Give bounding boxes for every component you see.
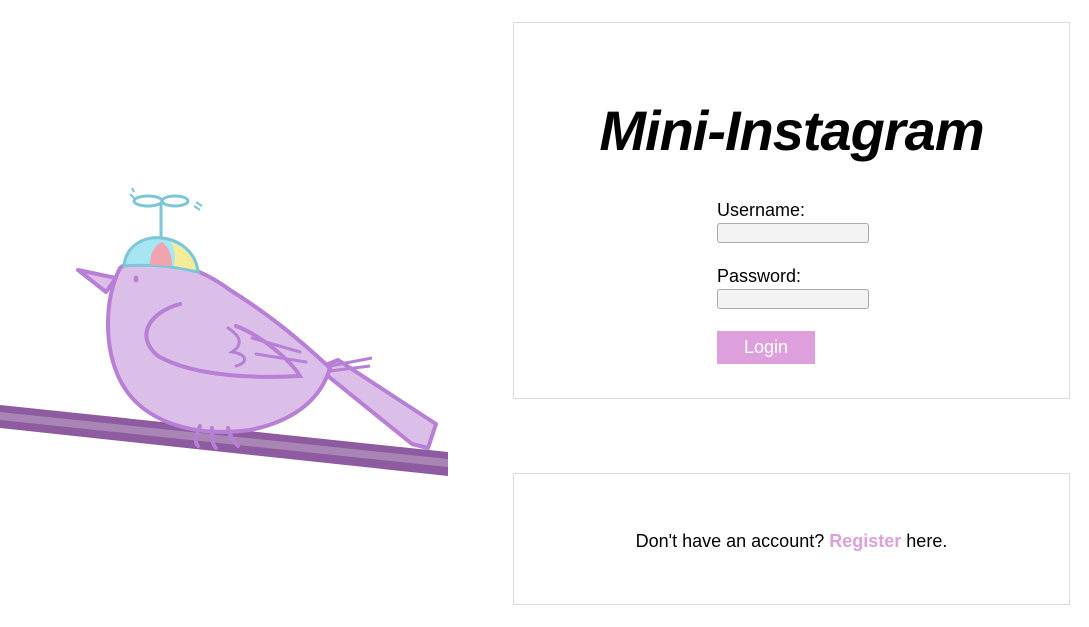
username-input[interactable]: [717, 223, 869, 243]
password-label: Password:: [717, 266, 802, 286]
register-prefix: Don't have an account?: [635, 531, 825, 551]
password-block: Password:: [717, 265, 917, 309]
bird-illustration: [0, 187, 448, 476]
register-suffix: here.: [906, 531, 948, 551]
register-prompt: Don't have an account? Register here.: [514, 530, 1069, 552]
register-link[interactable]: Register: [829, 531, 901, 551]
propeller-cap: [122, 187, 203, 274]
login-form: Username: Password: Login: [717, 199, 917, 364]
register-card: Don't have an account? Register here.: [513, 473, 1070, 605]
username-label: Username:: [717, 200, 806, 220]
login-page: Mini-Instagram Username: Password: Login…: [0, 0, 1089, 627]
login-button[interactable]: Login: [717, 331, 815, 364]
bird-tail: [316, 356, 438, 450]
app-title: Mini-Instagram: [599, 99, 984, 162]
password-input[interactable]: [717, 289, 869, 309]
login-card: Mini-Instagram Username: Password: Login: [513, 22, 1070, 399]
